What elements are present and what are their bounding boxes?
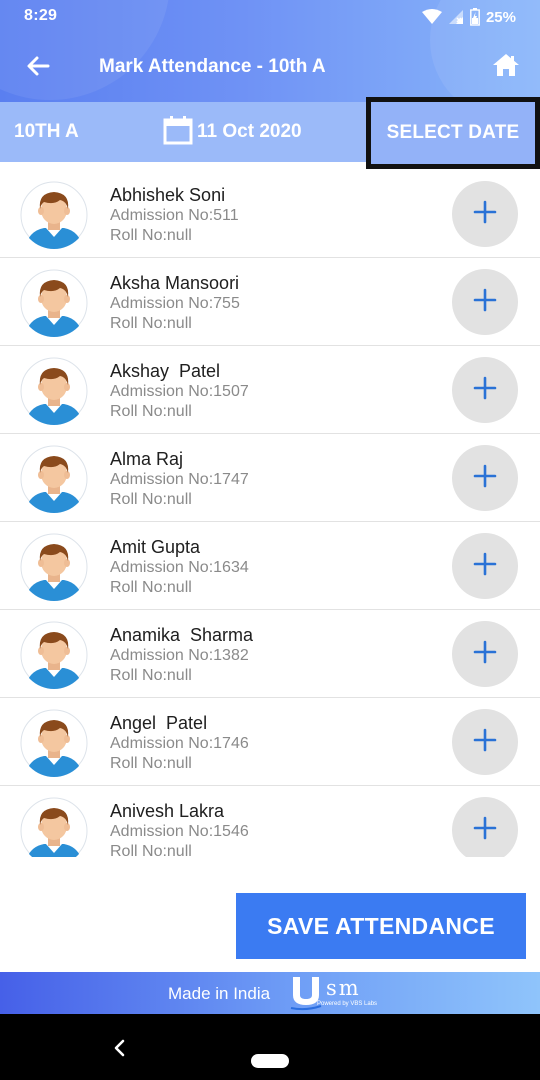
page-title: Mark Attendance - 10th A (99, 56, 326, 77)
battery-percent: 25% (485, 8, 516, 26)
save-area: SAVE ATTENDANCE (0, 857, 540, 972)
nav-back-icon (114, 1039, 125, 1057)
student-avatar-icon (20, 621, 88, 689)
student-name: Angel Patel (110, 713, 208, 733)
roll-number: Roll No:null (110, 315, 192, 332)
student-row: Abhishek Soni Admission No:511 Roll No:n… (0, 170, 540, 258)
student-row: Alma Raj Admission No:1747 Roll No:null (0, 434, 540, 522)
mark-attendance-button[interactable] (452, 709, 518, 775)
mark-attendance-button[interactable] (452, 181, 518, 247)
student-name: Akshay Patel (110, 361, 221, 381)
student-name: Abhishek Soni (110, 185, 226, 205)
calendar-icon (163, 115, 193, 150)
admission-number: Admission No:1507 (110, 383, 249, 400)
usm-logo: sm Powered by VBS Labs (290, 975, 380, 1011)
home-icon (492, 53, 520, 82)
mark-attendance-button[interactable] (452, 797, 518, 857)
plus-icon (473, 376, 497, 405)
student-avatar-icon (20, 357, 88, 425)
mark-attendance-button[interactable] (452, 621, 518, 687)
date-text: 11 Oct 2020 (197, 121, 302, 142)
roll-number: Roll No:null (110, 579, 192, 596)
admission-number: Admission No:1546 (110, 823, 249, 840)
student-name: Anamika Sharma (110, 625, 254, 645)
student-row: Anamika Sharma Admission No:1382 Roll No… (0, 610, 540, 698)
student-row: Anivesh Lakra Admission No:1546 Roll No:… (0, 786, 540, 857)
home-button[interactable] (488, 50, 524, 84)
logo-text: sm (326, 976, 361, 1000)
app-bar: Mark Attendance - 10th A (0, 34, 540, 102)
mark-attendance-button[interactable] (452, 533, 518, 599)
made-in-india-text: Made in India (168, 984, 271, 1003)
header-background: 8:29 25% Mark Attendance - 10th A (0, 0, 540, 102)
student-avatar-icon (20, 445, 88, 513)
wifi-icon (421, 9, 442, 25)
student-name: Aksha Mansoori (110, 273, 240, 293)
system-navigation-bar (0, 1014, 540, 1080)
plus-icon (473, 728, 497, 757)
select-date-label: SELECT DATE (386, 122, 520, 143)
mark-attendance-button[interactable] (452, 445, 518, 511)
student-list[interactable]: Abhishek Soni Admission No:511 Roll No:n… (0, 170, 540, 857)
student-name: Alma Raj (110, 449, 184, 469)
signal-icon (448, 9, 464, 25)
admission-number: Admission No:1382 (110, 647, 249, 664)
roll-number: Roll No:null (110, 667, 192, 684)
student-name: Amit Gupta (110, 537, 201, 557)
plus-icon (473, 288, 497, 317)
roll-number: Roll No:null (110, 843, 192, 857)
student-row: Amit Gupta Admission No:1634 Roll No:nul… (0, 522, 540, 610)
roll-number: Roll No:null (110, 491, 192, 508)
class-name: 10TH A (14, 121, 79, 142)
student-avatar-icon (20, 269, 88, 337)
class-date-bar: 10TH A 11 Oct 2020 SELECT DATE (0, 97, 540, 169)
status-time: 8:29 (24, 7, 58, 24)
back-button[interactable] (18, 52, 58, 84)
admission-number: Admission No:1746 (110, 735, 249, 752)
plus-icon (473, 640, 497, 669)
student-row: Akshay Patel Admission No:1507 Roll No:n… (0, 346, 540, 434)
selected-date: 11 Oct 2020 (163, 115, 302, 150)
student-avatar-icon (20, 797, 88, 857)
admission-number: Admission No:1634 (110, 559, 249, 576)
student-name: Anivesh Lakra (110, 801, 225, 821)
footer-banner: Made in India sm Powered by VBS Labs (0, 972, 540, 1014)
student-row: Aksha Mansoori Admission No:755 Roll No:… (0, 258, 540, 346)
powered-by-text: Powered by VBS Labs (317, 1001, 378, 1007)
roll-number: Roll No:null (110, 755, 192, 772)
mark-attendance-button[interactable] (452, 357, 518, 423)
mark-attendance-button[interactable] (452, 269, 518, 335)
student-avatar-icon (20, 181, 88, 249)
plus-icon (473, 816, 497, 845)
nav-back-button[interactable] (108, 1036, 132, 1060)
save-attendance-button[interactable]: SAVE ATTENDANCE (236, 893, 526, 959)
plus-icon (473, 552, 497, 581)
nav-home-button[interactable] (251, 1054, 289, 1068)
student-row: Angel Patel Admission No:1746 Roll No:nu… (0, 698, 540, 786)
student-avatar-icon (20, 533, 88, 601)
plus-icon (473, 464, 497, 493)
save-attendance-label: SAVE ATTENDANCE (267, 912, 495, 939)
battery-icon (470, 8, 480, 26)
admission-number: Admission No:1747 (110, 471, 249, 488)
admission-number: Admission No:511 (110, 207, 239, 224)
back-arrow-icon (26, 55, 50, 82)
select-date-button[interactable]: SELECT DATE (366, 97, 540, 169)
roll-number: Roll No:null (110, 403, 192, 420)
plus-icon (473, 200, 497, 229)
status-bar: 8:29 25% (0, 0, 540, 34)
admission-number: Admission No:755 (110, 295, 240, 312)
status-icons: 25% (421, 7, 516, 27)
student-avatar-icon (20, 709, 88, 777)
roll-number: Roll No:null (110, 227, 192, 244)
